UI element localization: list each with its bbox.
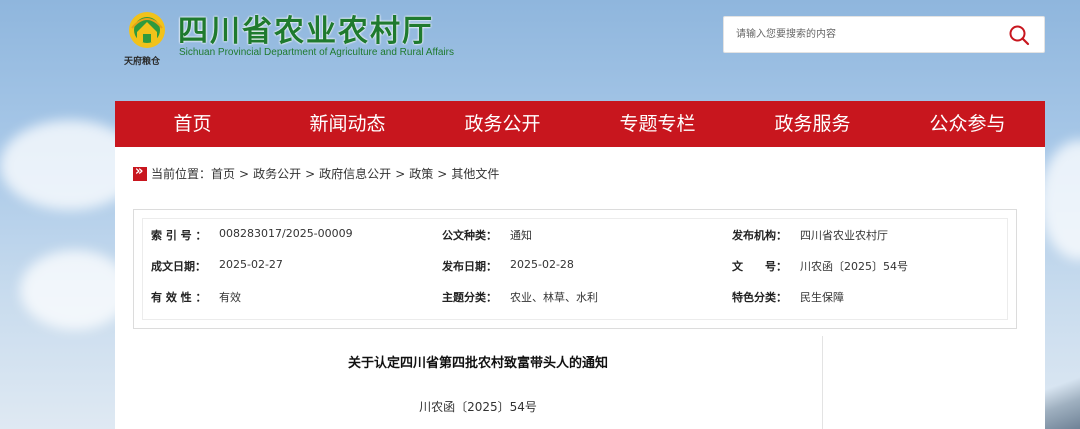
breadcrumb-separator: >	[239, 166, 250, 181]
doc-type-value: 通知	[510, 229, 532, 242]
validity-label: 有 效 性 ：	[151, 291, 207, 304]
search-icon[interactable]	[1008, 24, 1030, 46]
breadcrumb-link-government-affairs[interactable]: 政务公开	[253, 165, 301, 182]
created-date-value: 2025-02-27	[219, 258, 283, 271]
breadcrumb-prefix: 当前位置：	[151, 167, 212, 181]
nav-item-special-topics[interactable]: 专题专栏	[580, 101, 735, 147]
nav-item-government-affairs[interactable]: 政务公开	[425, 101, 580, 147]
info-row: 有 效 性 ： 有效 主题分类： 农业、林草、水利 特色分类： 民生保障	[143, 289, 1007, 309]
breadcrumb: 当前位置： 首页 > 政务公开 > 政府信息公开 > 政策 > 其他文件	[133, 164, 499, 182]
search-box	[723, 16, 1045, 53]
published-date-label: 发布日期：	[442, 260, 497, 273]
article: 关于认定四川省第四批农村致富带头人的通知 川农函〔2025〕54号	[133, 336, 823, 429]
site-subtitle: Sichuan Provincial Department of Agricul…	[179, 47, 454, 58]
document-info-inner: 索 引 号 ： 008283017/2025-00009 公文种类： 通知 发布…	[142, 218, 1008, 320]
doc-type-label: 公文种类：	[442, 229, 497, 242]
site-slogan: 天府粮仓	[124, 57, 161, 67]
site-title[interactable]: 四川省农业农村厅	[178, 6, 434, 50]
breadcrumb-link-home[interactable]: 首页	[211, 165, 235, 182]
nav-item-news[interactable]: 新闻动态	[270, 101, 425, 147]
article-title: 关于认定四川省第四批农村致富带头人的通知	[347, 356, 608, 371]
document-info-panel: 索 引 号 ： 008283017/2025-00009 公文种类： 通知 发布…	[133, 209, 1017, 329]
breadcrumb-link-gov-info[interactable]: 政府信息公开	[319, 165, 391, 182]
doc-number-value: 川农函〔2025〕54号	[800, 260, 908, 273]
site-header: 天府粮仓 四川省农业农村厅 Sichuan Provincial Departm…	[0, 0, 1080, 100]
breadcrumb-arrow-icon	[133, 164, 147, 181]
search-input[interactable]	[724, 17, 1004, 52]
nav-item-government-services[interactable]: 政务服务	[735, 101, 890, 147]
nav-item-home[interactable]: 首页	[115, 101, 270, 147]
created-date-label: 成文日期：	[151, 260, 206, 273]
background-cloud	[20, 250, 130, 330]
main-nav: 首页 新闻动态 政务公开 专题专栏 政务服务 公众参与	[115, 101, 1045, 147]
main-content: 当前位置： 首页 > 政务公开 > 政府信息公开 > 政策 > 其他文件 索 引…	[115, 147, 1045, 429]
feature-label: 特色分类：	[732, 291, 787, 304]
index-value: 008283017/2025-00009	[219, 227, 353, 240]
info-row: 成文日期： 2025-02-27 发布日期： 2025-02-28 文 号： 川…	[143, 258, 1007, 278]
feature-value: 民生保障	[800, 291, 844, 304]
index-label: 索 引 号 ：	[151, 229, 207, 242]
topic-value: 农业、林草、水利	[510, 291, 598, 304]
info-row: 索 引 号 ： 008283017/2025-00009 公文种类： 通知 发布…	[143, 227, 1007, 247]
background-cloud	[1040, 140, 1080, 260]
breadcrumb-separator: >	[395, 166, 406, 181]
issuer-value: 四川省农业农村厅	[800, 229, 888, 242]
breadcrumb-link-policy[interactable]: 政策	[409, 165, 433, 182]
issuer-label: 发布机构：	[732, 229, 787, 242]
topic-label: 主题分类：	[442, 291, 497, 304]
doc-number-label: 文 号：	[732, 260, 787, 273]
article-doc-number: 川农函〔2025〕54号	[419, 400, 537, 414]
nav-item-public-participation[interactable]: 公众参与	[890, 101, 1045, 147]
breadcrumb-separator: >	[437, 166, 448, 181]
background-mountain	[1040, 369, 1080, 429]
validity-value: 有效	[219, 291, 241, 304]
published-date-value: 2025-02-28	[510, 258, 574, 271]
breadcrumb-separator: >	[305, 166, 316, 181]
breadcrumb-link-other-docs[interactable]: 其他文件	[451, 165, 499, 182]
